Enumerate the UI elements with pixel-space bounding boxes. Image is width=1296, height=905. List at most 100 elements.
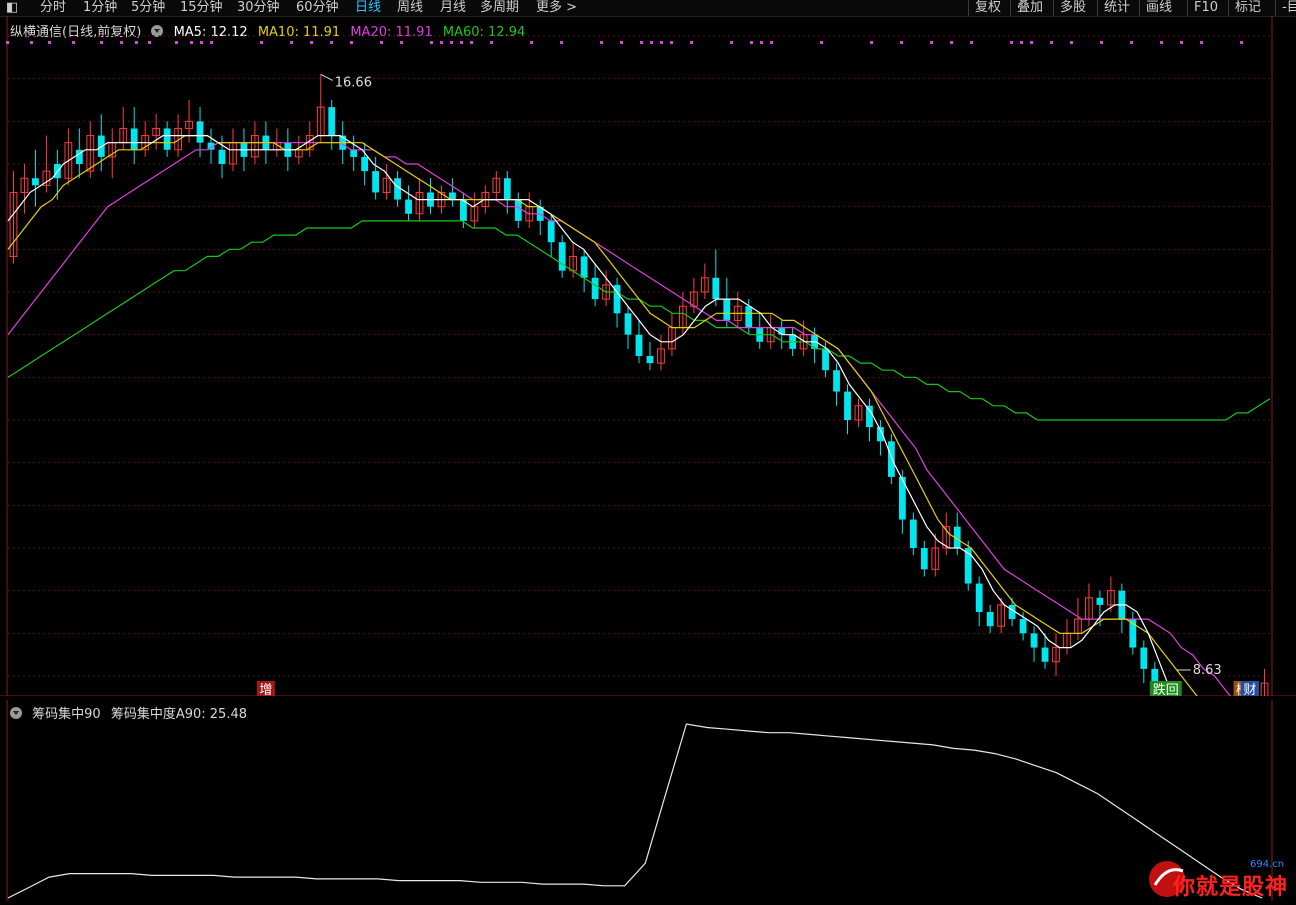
- toolbar-right-5[interactable]: F10: [1187, 0, 1218, 16]
- indicator-chart[interactable]: [0, 700, 1296, 901]
- candle-body-down: [32, 178, 39, 186]
- marker-dot: [6, 41, 9, 44]
- toolbar-right-0[interactable]: 复权: [968, 0, 1001, 16]
- marker-dot: [100, 41, 103, 44]
- marker-dot: [730, 41, 733, 44]
- candle-body-down: [163, 128, 171, 150]
- marker-dot: [400, 41, 403, 44]
- candle-body-down: [591, 277, 599, 300]
- candle-body-down: [635, 334, 643, 356]
- marker-dot: [30, 41, 33, 44]
- ma10-line: [7, 134, 1198, 696]
- toolbar-tab-3[interactable]: 15分钟: [180, 0, 223, 16]
- ma5-line: [7, 134, 1175, 696]
- event-label: 增: [259, 683, 272, 696]
- candle-body-down: [130, 128, 138, 150]
- marker-dot: [175, 41, 178, 44]
- marker-dot: [670, 41, 673, 44]
- marker-dot: [470, 41, 473, 44]
- candle-body-down: [712, 277, 720, 300]
- toolbar-tab-2[interactable]: 5分钟: [131, 0, 165, 16]
- marker-dot: [1010, 41, 1013, 44]
- candle-body-down: [372, 171, 380, 193]
- toolbar-tab-5[interactable]: 60分钟: [296, 0, 339, 16]
- candle-body-down: [646, 356, 654, 364]
- candle-body-down: [196, 121, 204, 143]
- toolbar-tab-0[interactable]: 分时: [40, 0, 66, 16]
- event-label: 跌回: [1153, 682, 1179, 696]
- candle-body-down: [887, 441, 895, 477]
- candle-body-down: [580, 256, 588, 278]
- marker-dot: [620, 41, 623, 44]
- candle-body-down: [920, 548, 928, 570]
- marker-dot: [380, 41, 383, 44]
- marker-dot: [760, 41, 763, 44]
- marker-dot: [350, 41, 353, 44]
- marker-dot: [690, 41, 693, 44]
- marker-dot: [1050, 41, 1053, 44]
- marker-dot: [650, 41, 653, 44]
- marker-dot: [260, 41, 263, 44]
- toolbar-tab-1[interactable]: 1分钟: [83, 0, 117, 16]
- marker-dot: [210, 41, 213, 44]
- marker-dot: [820, 41, 823, 44]
- watermark-text: 你就是股神: [1173, 875, 1289, 900]
- marker-dot: [200, 41, 203, 44]
- marker-dot: [310, 41, 313, 44]
- marker-dot: [1100, 41, 1103, 44]
- marker-dot: [190, 41, 193, 44]
- candle-body-down: [822, 348, 829, 371]
- marker-dot: [148, 41, 151, 44]
- marker-dot: [950, 41, 953, 44]
- candle-body-down: [1030, 633, 1038, 648]
- period-toolbar: 分时 1分钟 5分钟 15分钟 30分钟 60分钟 日线 周线 月线 多周期 更多 > ◧ 复权 叠加 多股…: [0, 0, 1296, 17]
- marker-dot: [72, 41, 75, 44]
- marker-dot: [1160, 41, 1163, 44]
- marker-dot: [1030, 41, 1033, 44]
- candle-body-down: [975, 583, 983, 612]
- marker-dot: [1130, 41, 1133, 44]
- toolbar-right-2[interactable]: 多股: [1053, 0, 1086, 16]
- watermark-logo: 你就是股神 694.cn: [1145, 855, 1295, 905]
- marker-dot: [970, 41, 973, 44]
- candle-body-down: [986, 612, 994, 627]
- candle-body-down: [514, 199, 522, 221]
- toolbar-right-7[interactable]: -目: [1275, 0, 1296, 16]
- toolbar-tab-6[interactable]: 日线: [355, 0, 381, 16]
- marker-dot: [530, 41, 533, 44]
- marker-dot: [1180, 41, 1183, 44]
- indicator-line: [7, 723, 1263, 899]
- marker-dot: [560, 41, 563, 44]
- candle-body-down: [1041, 647, 1049, 662]
- candle-body-down: [350, 149, 358, 157]
- marker-dot: [48, 41, 51, 44]
- candle-body-down: [866, 405, 873, 428]
- toolbar-right-4[interactable]: 画线: [1139, 0, 1172, 16]
- max-arrow: [320, 73, 333, 81]
- toolbar-tab-9[interactable]: 多周期: [480, 0, 519, 16]
- toolbar-right-1[interactable]: 叠加: [1010, 0, 1043, 16]
- marker-dot: [930, 41, 933, 44]
- toolbar-tab-8[interactable]: 月线: [440, 0, 466, 16]
- panel-toggle-icon[interactable]: ◧: [6, 0, 18, 16]
- toolbar-tab-10[interactable]: 更多 >: [536, 0, 577, 16]
- candle-body-down: [503, 178, 511, 200]
- marker-dot: [290, 41, 293, 44]
- candle-body-down: [218, 149, 226, 164]
- toolbar-right-3[interactable]: 统计: [1097, 0, 1130, 16]
- watermark-small: 694.cn: [1250, 859, 1285, 870]
- candle-body-down: [1140, 647, 1148, 669]
- marker-dot: [440, 41, 443, 44]
- marker-dot: [770, 41, 773, 44]
- price-chart[interactable]: 16.668.63增跌回榜涨财: [0, 16, 1296, 696]
- toolbar-tab-4[interactable]: 30分钟: [237, 0, 280, 16]
- candle-body-down: [1019, 619, 1027, 634]
- toolbar-right-6[interactable]: 标记: [1228, 0, 1261, 16]
- marker-dot: [900, 41, 903, 44]
- toolbar-tab-7[interactable]: 周线: [397, 0, 423, 16]
- marker-dot: [1070, 41, 1073, 44]
- marker-dot: [660, 41, 663, 44]
- marker-dot: [870, 41, 873, 44]
- candle-body-down: [844, 391, 851, 420]
- marker-dot: [1200, 41, 1203, 44]
